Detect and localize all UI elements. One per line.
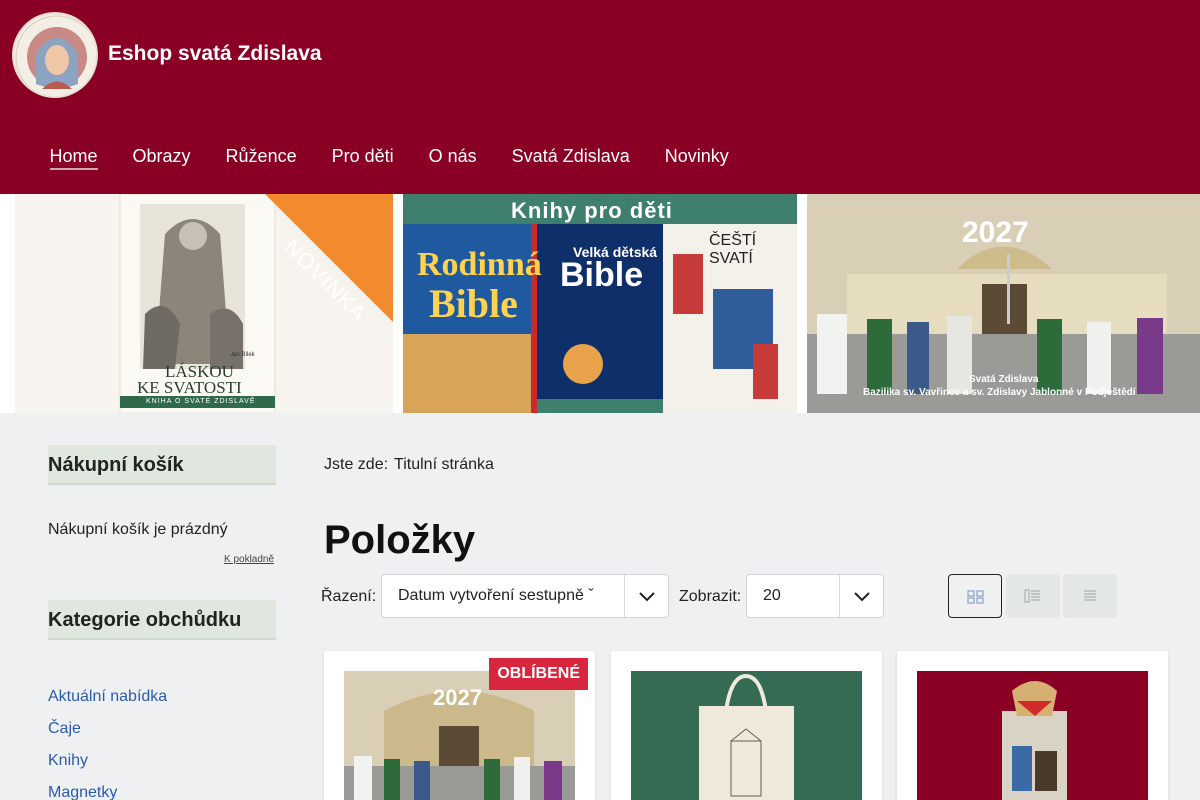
site-header: Eshop svatá Zdislava Home Obrazy Růžence… xyxy=(0,0,1200,194)
show-label: Zobrazit: xyxy=(679,588,742,605)
nav-o-nas[interactable]: O nás xyxy=(411,140,494,173)
nav-label: Novinky xyxy=(664,146,729,166)
calendar-year: 2027 xyxy=(433,685,482,710)
page-title: Položky xyxy=(324,518,476,562)
cart-title: Nákupní košík xyxy=(48,445,276,485)
main-nav: Home Obrazy Růžence Pro děti O nás Svatá… xyxy=(32,140,746,173)
cart-empty-text: Nákupní košík je prázdný xyxy=(48,521,228,538)
sort-label: Řazení: xyxy=(321,588,377,605)
breadcrumb-current[interactable]: Titulní stránka xyxy=(394,456,494,473)
category-item[interactable]: Knihy xyxy=(48,752,167,784)
product-image[interactable]: 2027 xyxy=(344,671,575,800)
breadcrumb-label: Jste zde: xyxy=(324,456,389,473)
book-title-line2: KE SVATOSTI xyxy=(137,378,242,397)
nav-label: Home xyxy=(49,146,98,170)
product-card[interactable] xyxy=(897,651,1168,800)
nav-label: Obrazy xyxy=(132,146,191,166)
category-list: Aktuální nabídka Čaje Knihy Magnetky xyxy=(48,688,167,800)
banner-book-novinka[interactable]: NOVINKA Jan Bílek LÁSKOU KE SVATOSTI KNI… xyxy=(15,194,393,413)
categories-title: Kategorie obchůdku xyxy=(48,600,276,640)
view-list-button[interactable] xyxy=(1006,574,1060,618)
book-title: Bible xyxy=(560,256,644,294)
view-compact-button[interactable] xyxy=(1063,574,1117,618)
banner-knihy-pro-deti[interactable]: Knihy pro děti Rodinná Bible Velká dětsk… xyxy=(403,194,797,413)
product-card[interactable] xyxy=(611,651,882,800)
tote-bag-thumbnail xyxy=(631,671,862,800)
show-value: 20 xyxy=(763,587,781,604)
category-item[interactable]: Magnetky xyxy=(48,784,167,800)
site-title[interactable]: Eshop svatá Zdislava xyxy=(108,42,322,66)
site-logo[interactable] xyxy=(12,12,98,98)
grid-icon xyxy=(967,590,984,604)
nav-label: O nás xyxy=(428,146,477,166)
calendar-caption: Bazilika sv. Vavřince a sv. Zdislavy Jab… xyxy=(863,387,1136,398)
sort-select[interactable]: Datum vytvoření sestupně ˇ xyxy=(381,574,669,618)
category-item[interactable]: Aktuální nabídka xyxy=(48,688,167,720)
show-select[interactable]: 20 xyxy=(746,574,884,618)
breadcrumb: Jste zde: Titulní stránka xyxy=(324,456,494,474)
book-title: ČEŠTÍ SVATÍ xyxy=(709,232,757,267)
banner-calendar-2027[interactable]: 2027 Svatá Zdislava Bazilika sv. Vavřinc… xyxy=(807,194,1200,413)
book-subtitle: KNIHA O SVATÉ ZDISLAVĚ xyxy=(146,398,256,405)
calendar-year: 2027 xyxy=(962,216,1029,249)
nav-label: Růžence xyxy=(225,146,297,166)
book-title: Bible xyxy=(429,281,518,326)
view-grid-button[interactable] xyxy=(948,574,1002,618)
nav-pro-deti[interactable]: Pro děti xyxy=(314,140,411,173)
gift-basket-thumbnail xyxy=(917,671,1148,800)
calendar-caption: Svatá Zdislava xyxy=(969,374,1039,385)
checkout-link[interactable]: K pokladně xyxy=(224,554,274,565)
list-icon xyxy=(1024,589,1040,603)
nav-svata-zdislava[interactable]: Svatá Zdislava xyxy=(494,140,647,173)
book-author: Jan Bílek xyxy=(230,352,255,358)
sort-value: Datum vytvoření sestupně ˇ xyxy=(398,587,594,604)
nav-label: Svatá Zdislava xyxy=(511,146,630,166)
badge-oblibene: OBLÍBENÉ xyxy=(489,658,588,690)
nav-novinky[interactable]: Novinky xyxy=(647,140,746,173)
compact-list-icon xyxy=(1084,590,1096,601)
saint-portrait-icon xyxy=(15,15,96,96)
banner-carousel: NOVINKA Jan Bílek LÁSKOU KE SVATOSTI KNI… xyxy=(0,194,1200,413)
nav-label: Pro děti xyxy=(331,146,394,166)
book-title: Rodinná xyxy=(417,246,542,283)
chevron-down-icon xyxy=(839,575,883,617)
product-image[interactable] xyxy=(631,671,862,800)
chevron-down-icon xyxy=(624,575,668,617)
banner-heading: Knihy pro děti xyxy=(511,198,673,223)
nav-obrazy[interactable]: Obrazy xyxy=(115,140,208,173)
nav-home[interactable]: Home xyxy=(32,140,115,173)
category-item[interactable]: Čaje xyxy=(48,720,167,752)
nav-ruzence[interactable]: Růžence xyxy=(208,140,314,173)
product-image[interactable] xyxy=(917,671,1148,800)
product-card[interactable]: 2027 OBLÍBENÉ xyxy=(324,651,595,800)
